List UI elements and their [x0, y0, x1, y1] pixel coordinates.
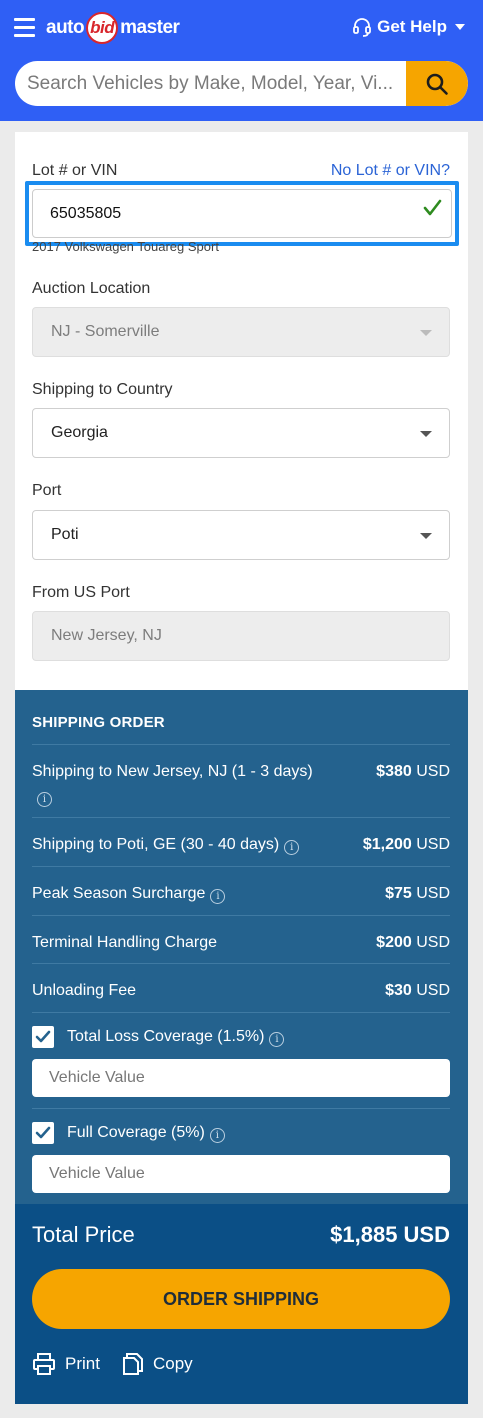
get-help-label: Get Help	[377, 17, 447, 36]
line-item-currency: USD	[416, 885, 450, 902]
line-item-currency: USD	[416, 934, 450, 951]
from-us-port-value: New Jersey, NJ	[51, 627, 162, 644]
checkmark-icon	[423, 199, 442, 216]
order-line-item: Peak Season Surcharge i $75 USD	[32, 866, 450, 915]
shipping-country-value: Georgia	[51, 424, 108, 441]
shipping-country-select[interactable]: Georgia	[32, 408, 450, 458]
logo-text-master: master	[120, 17, 180, 38]
from-us-port-field: New Jersey, NJ	[32, 611, 450, 661]
copy-button[interactable]: Copy	[122, 1352, 193, 1376]
lot-vin-field-wrapper: 65035805	[25, 181, 459, 246]
no-lot-vin-link[interactable]: No Lot # or VIN?	[331, 162, 450, 180]
shipping-order-title: SHIPPING ORDER	[32, 714, 165, 731]
hamburger-menu-icon[interactable]	[14, 18, 36, 37]
search-button[interactable]	[406, 61, 468, 106]
search-icon	[426, 73, 448, 95]
order-line-item: Shipping to Poti, GE (30 - 40 days) i $1,…	[32, 817, 450, 866]
line-item-price: $30	[385, 982, 412, 999]
dropdown-arrow-icon	[420, 533, 432, 539]
line-item-price: $200	[376, 934, 412, 951]
total-loss-coverage-text: Total Loss Coverage (1.5%)	[67, 1028, 265, 1045]
line-item-name: Shipping to New Jersey, NJ (1 - 3 days)	[32, 763, 313, 780]
line-item-name: Shipping to Poti, GE (30 - 40 days)	[32, 836, 280, 853]
total-price-label: Total Price	[32, 1222, 135, 1247]
dropdown-arrow-icon	[420, 330, 432, 336]
auction-location-label: Auction Location	[32, 280, 151, 297]
search-input[interactable]	[15, 61, 406, 106]
info-icon[interactable]: i	[37, 792, 52, 807]
shipping-country-label: Shipping to Country	[32, 381, 173, 398]
total-loss-coverage-label: Total Loss Coverage (1.5%) i	[67, 1028, 285, 1047]
order-line-item: Shipping to New Jersey, NJ (1 - 3 days) i…	[32, 744, 450, 811]
lot-vin-label: Lot # or VIN	[32, 162, 118, 179]
line-item-price: $75	[385, 885, 412, 902]
line-item-currency: USD	[416, 763, 450, 780]
line-item-price: $1,200	[362, 836, 412, 853]
order-line-item: Unloading Fee $30 USD	[32, 963, 450, 1012]
auction-location-select[interactable]: NJ - Somerville	[32, 307, 450, 357]
total-section: Total Price $1,885 USD ORDER SHIPPING Pr…	[15, 1204, 468, 1404]
search-bar	[15, 61, 468, 106]
total-price-value: $1,885 USD	[330, 1222, 450, 1247]
lot-vin-input[interactable]: 65035805	[32, 189, 452, 238]
total-actions: Print Copy	[32, 1352, 215, 1376]
info-icon[interactable]: i	[269, 1032, 285, 1047]
print-button[interactable]: Print	[32, 1352, 100, 1376]
line-item-currency: USD	[416, 836, 450, 853]
auction-location-value: NJ - Somerville	[51, 323, 160, 340]
copy-label: Copy	[152, 1354, 193, 1373]
line-item-name: Terminal Handling Charge	[32, 934, 217, 951]
full-coverage-checkbox[interactable]	[32, 1122, 54, 1144]
total-loss-vehicle-value-input[interactable]: Vehicle Value	[32, 1059, 450, 1097]
headset-icon	[353, 18, 371, 37]
print-label: Print	[65, 1354, 100, 1373]
site-header: auto bid master Get Help	[0, 0, 483, 121]
vehicle-name: 2017 Volkswagen Touareg Sport	[32, 242, 219, 254]
get-help-menu[interactable]: Get Help	[352, 17, 465, 37]
full-coverage-label: Full Coverage (5%) i	[67, 1124, 225, 1143]
info-icon[interactable]: i	[209, 1128, 225, 1143]
logo-text-auto: auto	[46, 17, 85, 38]
printer-icon	[33, 1353, 55, 1375]
port-select[interactable]: Poti	[32, 510, 450, 560]
chevron-down-icon	[455, 24, 465, 30]
logo-text-bid: bid	[86, 12, 119, 44]
info-icon[interactable]: i	[284, 840, 300, 855]
full-coverage-text: Full Coverage (5%)	[67, 1124, 205, 1141]
total-loss-coverage-checkbox[interactable]	[32, 1026, 54, 1048]
copy-icon	[122, 1353, 143, 1375]
dropdown-arrow-icon	[420, 431, 432, 437]
order-line-item: Terminal Handling Charge $200 USD	[32, 915, 450, 963]
port-label: Port	[32, 482, 62, 499]
shipping-order-section: SHIPPING ORDER Shipping to New Jersey, N…	[15, 690, 468, 1204]
info-icon[interactable]: i	[210, 889, 226, 904]
line-item-price: $380	[376, 763, 412, 780]
checkmark-icon	[35, 1030, 51, 1043]
line-item-currency: USD	[416, 982, 450, 999]
checkmark-icon	[35, 1126, 51, 1139]
autobidmaster-logo[interactable]: auto bid master	[46, 11, 180, 45]
line-item-name: Peak Season Surcharge	[32, 885, 206, 902]
order-shipping-button[interactable]: ORDER SHIPPING	[32, 1269, 450, 1329]
line-item-name: Unloading Fee	[32, 982, 137, 999]
from-us-port-label: From US Port	[32, 584, 130, 601]
full-coverage-vehicle-value-input[interactable]: Vehicle Value	[32, 1155, 450, 1193]
port-value: Poti	[51, 526, 79, 543]
